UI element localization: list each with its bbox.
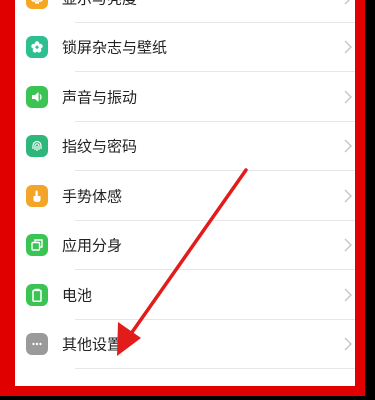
more-dots-icon — [26, 333, 48, 356]
chevron-right-icon — [344, 238, 353, 252]
settings-screen: 显示与亮度 锁屏杂志与壁纸 声音与振动 指纹与密码 — [15, 0, 355, 386]
speaker-icon — [26, 85, 48, 108]
chevron-right-icon — [344, 40, 353, 54]
settings-item-display-brightness[interactable]: 显示与亮度 — [15, 0, 355, 23]
chevron-right-icon — [344, 337, 353, 351]
settings-item-label: 应用分身 — [62, 236, 123, 255]
chevron-right-icon — [344, 288, 353, 302]
chevron-right-icon — [344, 139, 353, 153]
display-brightness-icon — [26, 0, 48, 9]
settings-item-lockscreen-wallpaper[interactable]: 锁屏杂志与壁纸 — [15, 23, 355, 73]
settings-item-other-settings[interactable]: 其他设置 — [15, 320, 355, 370]
settings-item-fingerprint-password[interactable]: 指纹与密码 — [15, 122, 355, 172]
settings-item-app-clone[interactable]: 应用分身 — [15, 221, 355, 271]
hand-gesture-icon — [26, 184, 48, 207]
chevron-right-icon — [344, 189, 353, 203]
settings-item-label: 手势体感 — [62, 187, 123, 206]
settings-item-label: 指纹与密码 — [62, 137, 138, 156]
settings-item-gestures-motion[interactable]: 手势体感 — [15, 171, 355, 221]
settings-item-label: 声音与振动 — [62, 88, 138, 107]
settings-item-battery[interactable]: 电池 — [15, 270, 355, 320]
settings-item-label: 电池 — [62, 286, 93, 305]
chevron-right-icon — [344, 0, 350, 5]
settings-item-label: 显示与亮度 — [62, 0, 137, 8]
app-clone-icon — [26, 234, 48, 257]
battery-icon — [26, 283, 48, 306]
settings-item-label: 锁屏杂志与壁纸 — [62, 38, 168, 57]
fingerprint-icon — [26, 135, 48, 158]
chevron-right-icon — [344, 90, 353, 104]
settings-list: 显示与亮度 锁屏杂志与壁纸 声音与振动 指纹与密码 — [15, 0, 355, 369]
wallpaper-flower-icon — [26, 36, 48, 59]
settings-item-sound-vibration[interactable]: 声音与振动 — [15, 72, 355, 122]
settings-item-label: 其他设置 — [62, 335, 123, 354]
